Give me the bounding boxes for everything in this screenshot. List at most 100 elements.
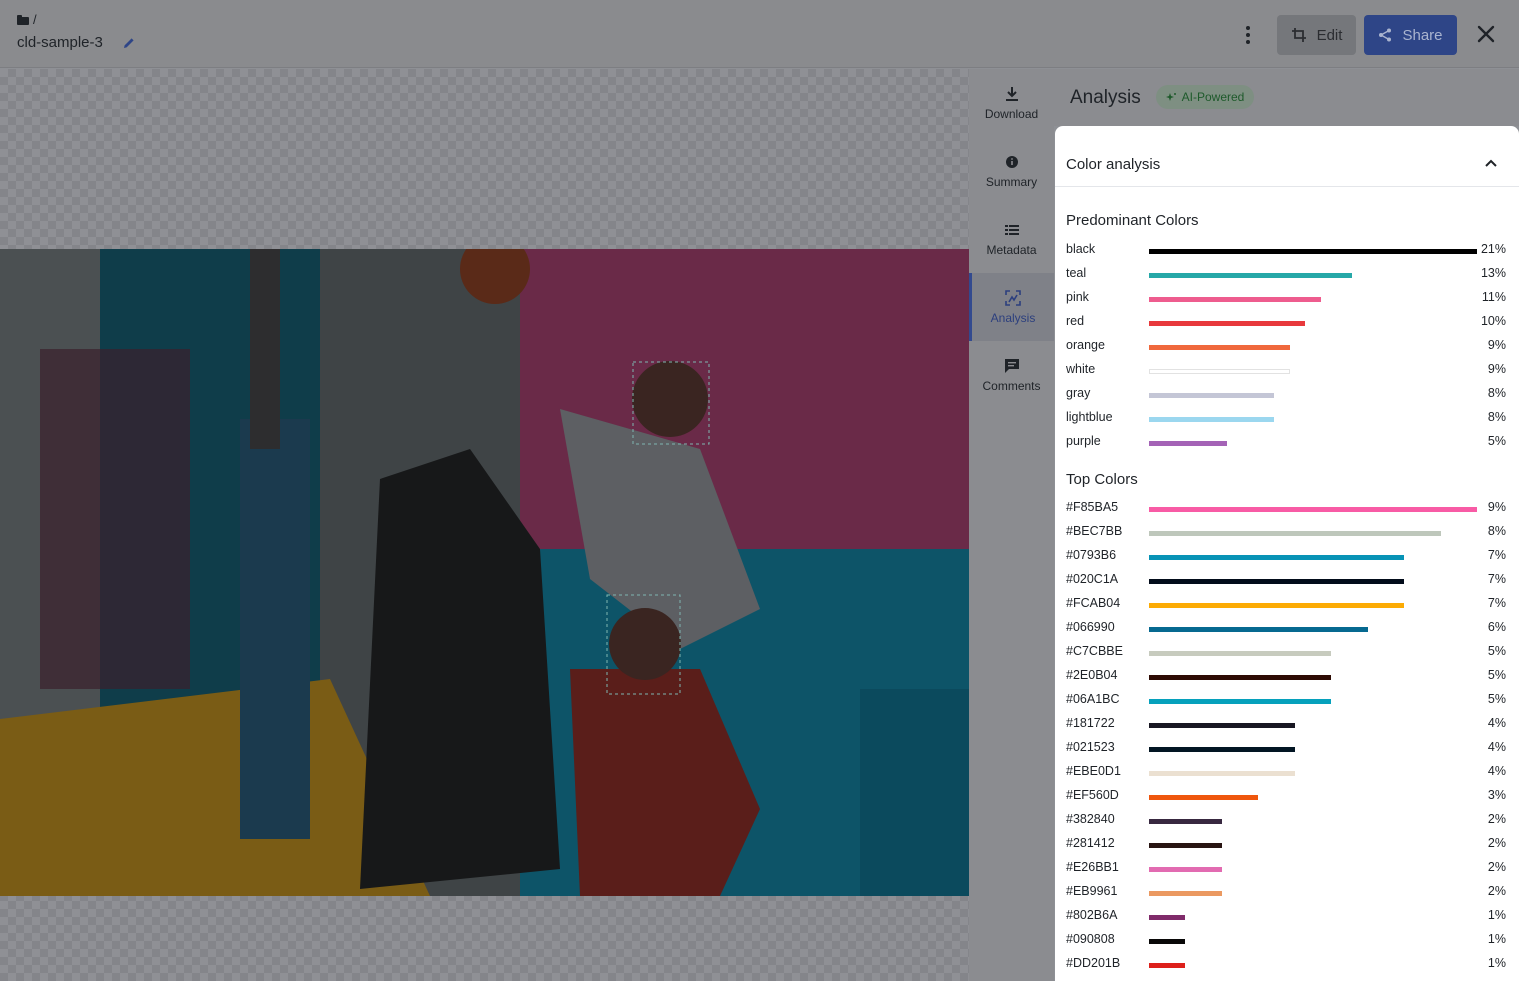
breadcrumb[interactable]: / bbox=[17, 12, 37, 27]
download-icon bbox=[1005, 86, 1018, 101]
top-color-row: #020C1A 7% bbox=[1055, 572, 1519, 590]
color-bar-track bbox=[1149, 249, 1477, 254]
breadcrumb-separator: / bbox=[33, 12, 37, 27]
asset-preview-image bbox=[0, 249, 969, 896]
ai-badge-label: AI-Powered bbox=[1181, 90, 1245, 104]
color-percentage: 11% bbox=[1481, 290, 1506, 304]
dot-icon bbox=[1246, 40, 1250, 44]
color-name: #281412 bbox=[1066, 836, 1115, 850]
color-name: #0793B6 bbox=[1066, 548, 1117, 562]
analysis-icon bbox=[1005, 289, 1021, 306]
list-icon bbox=[1004, 224, 1019, 235]
color-percentage: 2% bbox=[1487, 860, 1506, 874]
panel-title: Analysis bbox=[1070, 87, 1141, 108]
color-analysis-toggle[interactable]: Color analysis bbox=[1055, 126, 1519, 187]
color-bar bbox=[1149, 867, 1222, 872]
share-button-label: Share bbox=[1402, 26, 1443, 44]
color-name: #E26BB1 bbox=[1066, 860, 1119, 874]
color-percentage: 5% bbox=[1487, 644, 1506, 658]
tool-rail: Download Summary Metadata Analysis Comme… bbox=[969, 69, 1054, 981]
color-bar-track bbox=[1149, 555, 1477, 560]
folder-icon bbox=[17, 15, 29, 25]
color-bar-track bbox=[1149, 369, 1477, 374]
color-percentage: 13% bbox=[1480, 266, 1506, 280]
color-percentage: 7% bbox=[1487, 596, 1506, 610]
rail-item-label: Download bbox=[984, 106, 1039, 121]
color-name: orange bbox=[1066, 338, 1105, 352]
color-percentage: 2% bbox=[1487, 812, 1506, 826]
top-color-row: #021523 4% bbox=[1055, 740, 1519, 758]
rail-item-download[interactable]: Download bbox=[969, 69, 1054, 137]
more-options-button[interactable] bbox=[1238, 24, 1258, 46]
info-icon bbox=[1005, 155, 1018, 168]
color-bar bbox=[1149, 603, 1404, 608]
color-percentage: 7% bbox=[1487, 548, 1506, 562]
color-percentage: 8% bbox=[1487, 524, 1506, 538]
color-bar bbox=[1149, 297, 1321, 302]
color-percentage: 8% bbox=[1487, 386, 1506, 400]
rail-item-label: Comments bbox=[982, 378, 1041, 393]
predominant-colors-title: Predominant Colors bbox=[1066, 212, 1199, 229]
color-name: #F85BA5 bbox=[1066, 500, 1119, 514]
color-name: lightblue bbox=[1066, 410, 1113, 424]
pencil-icon[interactable] bbox=[122, 36, 136, 50]
color-bar bbox=[1149, 369, 1290, 374]
color-percentage: 4% bbox=[1487, 764, 1506, 778]
color-percentage: 1% bbox=[1487, 956, 1506, 970]
color-name: #021523 bbox=[1066, 740, 1115, 754]
color-bar bbox=[1149, 273, 1352, 278]
top-color-row: #EBE0D1 4% bbox=[1055, 764, 1519, 782]
dot-icon bbox=[1246, 26, 1250, 30]
rail-item-comments[interactable]: Comments bbox=[969, 341, 1054, 409]
color-bar bbox=[1149, 441, 1227, 446]
color-bar bbox=[1149, 963, 1185, 968]
color-bar bbox=[1149, 771, 1295, 776]
color-name: #066990 bbox=[1066, 620, 1115, 634]
predominant-color-row: purple 5% bbox=[1055, 434, 1519, 452]
top-color-row: #281412 2% bbox=[1055, 836, 1519, 854]
predominant-color-row: pink 11% bbox=[1055, 290, 1519, 308]
color-name: #06A1BC bbox=[1066, 692, 1120, 706]
color-bar-track bbox=[1149, 675, 1477, 680]
color-name: red bbox=[1066, 314, 1085, 328]
color-bar bbox=[1149, 795, 1258, 800]
top-color-row: #382840 2% bbox=[1055, 812, 1519, 830]
color-percentage: 21% bbox=[1480, 242, 1506, 256]
color-percentage: 2% bbox=[1487, 836, 1506, 850]
rail-item-summary[interactable]: Summary bbox=[969, 137, 1054, 205]
rail-item-label: Summary bbox=[985, 174, 1038, 189]
edit-button[interactable]: Edit bbox=[1277, 15, 1356, 55]
color-bar bbox=[1149, 321, 1305, 326]
top-color-row: #DD201B 1% bbox=[1055, 956, 1519, 974]
color-bar-track bbox=[1149, 441, 1477, 446]
color-percentage: 7% bbox=[1487, 572, 1506, 586]
close-icon[interactable] bbox=[1474, 22, 1498, 46]
color-name: #2E0B04 bbox=[1066, 668, 1118, 682]
share-icon bbox=[1379, 28, 1392, 42]
color-percentage: 8% bbox=[1487, 410, 1506, 424]
color-bar-track bbox=[1149, 579, 1477, 584]
color-bar bbox=[1149, 417, 1274, 422]
color-bar bbox=[1149, 939, 1185, 944]
color-name: purple bbox=[1066, 434, 1101, 448]
top-color-row: #BEC7BB 8% bbox=[1055, 524, 1519, 542]
image-canvas[interactable] bbox=[0, 69, 969, 981]
color-bar bbox=[1149, 393, 1274, 398]
rail-item-metadata[interactable]: Metadata bbox=[969, 205, 1054, 273]
color-name: #C7CBBE bbox=[1066, 644, 1123, 658]
color-bar bbox=[1149, 249, 1477, 254]
color-bar-track bbox=[1149, 699, 1477, 704]
color-bar bbox=[1149, 555, 1404, 560]
color-name: #382840 bbox=[1066, 812, 1115, 826]
color-name: #FCAB04 bbox=[1066, 596, 1121, 610]
asset-title: cld-sample-3 bbox=[17, 34, 103, 51]
color-bar bbox=[1149, 651, 1331, 656]
color-percentage: 9% bbox=[1487, 338, 1506, 352]
color-bar bbox=[1149, 675, 1331, 680]
color-bar bbox=[1149, 915, 1185, 920]
share-button[interactable]: Share bbox=[1364, 15, 1457, 55]
color-bar-track bbox=[1149, 723, 1477, 728]
color-percentage: 2% bbox=[1487, 884, 1506, 898]
color-bar-track bbox=[1149, 651, 1477, 656]
rail-item-analysis[interactable]: Analysis bbox=[969, 273, 1054, 341]
